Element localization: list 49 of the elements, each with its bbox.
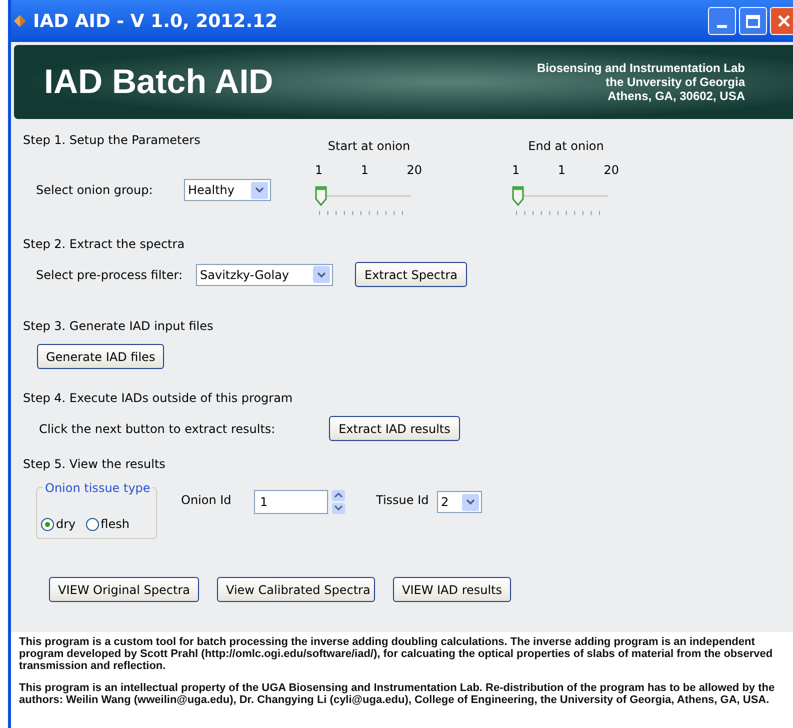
push-button[interactable]: Generate IAD files xyxy=(37,344,164,369)
slider-thumb[interactable] xyxy=(512,186,524,206)
maximize-button[interactable] xyxy=(739,7,767,35)
spinner-arrows-icon[interactable] xyxy=(332,490,345,514)
info-paragraph: This program is an intellectual property of the UGA Biosensing and Instrumentation Lab. Re-distribution of the program has to be allowed by the authors: Weilin Wang (wweilin@uga.edu), Dr. Changying Li (cyli@uga.edu), College of Engineering, the University of Georgia, Athens, GA, USA. xyxy=(19,682,776,706)
instruction-text: Click the next button to extract results: xyxy=(39,420,276,438)
field-label: Onion Id xyxy=(181,492,232,509)
slider-value-label: 1 xyxy=(558,162,566,179)
banner-title: IAD Batch AID xyxy=(44,62,274,102)
field-label: Select onion group: xyxy=(36,182,154,199)
push-button[interactable]: Extract Spectra xyxy=(355,262,467,287)
slider-min-label: 1 xyxy=(512,162,520,179)
slider-track[interactable] xyxy=(512,186,608,206)
banner-text-line: Biosensing and Instrumentation Lab xyxy=(536,61,745,75)
dropdown[interactable]: 2 xyxy=(437,491,482,513)
slider-max-label: 20 xyxy=(604,162,619,179)
dropdown[interactable]: Savitzky-Golay xyxy=(196,264,333,286)
banner-text-line: the Unversity of Georgia xyxy=(606,75,745,89)
radio-button[interactable] xyxy=(86,518,99,530)
banner-text-line: Athens, GA, 30602, USA xyxy=(608,89,745,103)
window-title: IAD AID - V 1.0, 2012.12 xyxy=(33,10,278,34)
slider-min-label: 1 xyxy=(315,162,323,179)
slider-title: Start at onion xyxy=(328,138,410,155)
slider-thumb[interactable] xyxy=(315,186,327,206)
radio-option[interactable]: dry xyxy=(41,515,76,533)
push-button[interactable]: VIEW IAD results xyxy=(393,577,511,602)
slider-value-label: 1 xyxy=(360,162,368,179)
step-heading: Step 1. Setup the Parameters xyxy=(23,132,202,149)
step-heading: Step 3. Generate IAD input files xyxy=(23,318,214,335)
dropdown[interactable]: Healthy xyxy=(184,179,271,201)
close-icon xyxy=(777,14,791,28)
number-field[interactable]: 1 xyxy=(254,490,328,514)
close-button[interactable] xyxy=(770,7,793,35)
step-heading: Step 5. View the results xyxy=(23,456,166,473)
field-label: Tissue Id xyxy=(376,492,430,509)
app-icon xyxy=(13,14,27,28)
radio-button[interactable] xyxy=(41,518,54,530)
step-heading: Step 4. Execute IADs outside of this program xyxy=(23,390,294,407)
radio-option[interactable]: flesh xyxy=(86,515,130,533)
field-label: Select pre-process filter: xyxy=(36,266,184,284)
slider-track[interactable] xyxy=(315,186,411,206)
minimize-button[interactable] xyxy=(708,7,736,35)
info-paragraph: This program is a custom tool for batch processing the inverse adding doubling calculations. The inverse adding program is an independent program developed by Scott Prahl (http://omlc.ogi.edu/software/iad/), for calcuating the optical properties of slabs of material from the observed transmission and reflection. xyxy=(19,636,774,672)
push-button[interactable]: VIEW Original Spectra xyxy=(49,577,199,602)
push-button[interactable]: Extract IAD results xyxy=(329,416,460,441)
slider-title: End at onion xyxy=(528,138,604,155)
push-button[interactable]: View Calibrated Spectra xyxy=(217,577,375,602)
slider-max-label: 20 xyxy=(406,162,422,179)
step-heading: Step 2. Extract the spectra xyxy=(23,236,186,253)
